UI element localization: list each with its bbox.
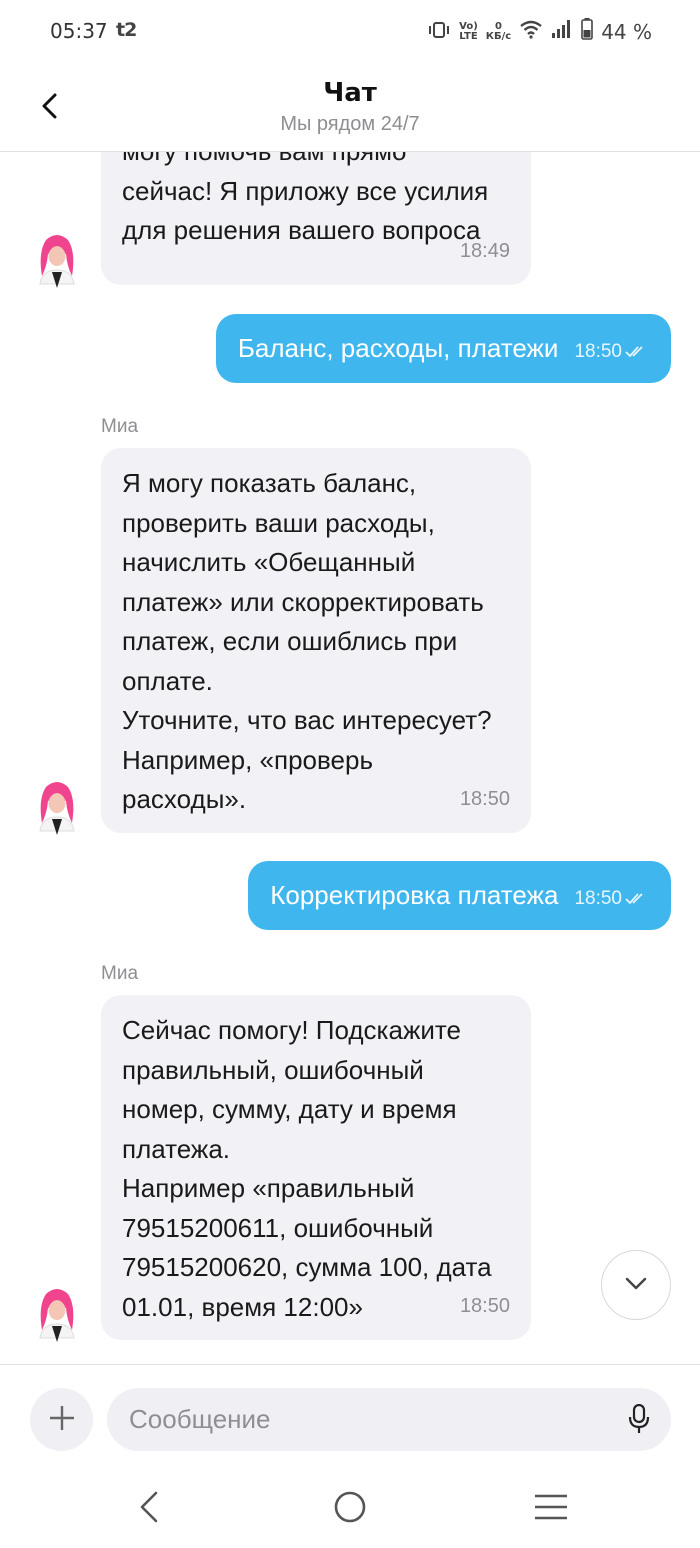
message-text: могу помочь вам прямо сейчас! Я приложу … <box>122 152 489 245</box>
message-time: 18:50 <box>459 787 510 810</box>
data-speed: 0 КБ/с <box>485 21 512 42</box>
message-input[interactable] <box>107 1388 671 1451</box>
battery-percent: 44 % <box>601 19 652 44</box>
nav-back-icon <box>138 1491 160 1527</box>
avatar <box>32 232 82 288</box>
message-time: 18:50 <box>574 340 622 362</box>
nav-menu-icon <box>534 1493 568 1525</box>
battery-icon <box>581 18 593 45</box>
page-subtitle: Мы рядом 24/7 <box>280 113 420 135</box>
status-bar: 05:37 t2 Vo) LTE 0 КБ/с 44 % <box>0 0 700 66</box>
vibrate-icon <box>427 20 451 44</box>
nav-home-icon <box>333 1490 367 1528</box>
message-text: Баланс, расходы, платежи <box>237 333 559 363</box>
message-text: Корректировка платежа <box>270 880 559 910</box>
add-attachment-button[interactable] <box>30 1388 93 1451</box>
plus-icon <box>49 1405 75 1435</box>
microphone-icon <box>628 1403 650 1438</box>
nav-home-button[interactable] <box>325 1484 375 1534</box>
system-nav-bar <box>0 1464 700 1548</box>
scroll-down-button[interactable] <box>601 1250 671 1320</box>
message-text: Сейчас помогу! Подскажите правильный, ош… <box>122 1015 492 1322</box>
chat-messages[interactable]: могу помочь вам прямо сейчас! Я приложу … <box>0 152 700 1364</box>
data-speed-unit: КБ/с <box>485 30 512 42</box>
message-time: 18:50 <box>459 1294 510 1317</box>
microphone-button[interactable] <box>624 1403 654 1438</box>
status-time: 05:37 <box>50 19 108 43</box>
page-title: Чат <box>323 78 377 108</box>
status-icons: Vo) LTE 0 КБ/с 44 % <box>427 18 652 45</box>
sender-name: Миа <box>101 416 139 437</box>
message-text: Я могу показать баланс, проверить ваши р… <box>122 468 492 814</box>
message-time: 18:49 <box>459 239 510 262</box>
carrier-logo: t2 <box>116 19 137 41</box>
double-check-icon <box>625 882 645 913</box>
bot-message: Я могу показать баланс, проверить ваши р… <box>101 448 531 833</box>
bot-message: Сейчас помогу! Подскажите правильный, ош… <box>101 995 531 1340</box>
double-check-icon <box>625 335 645 366</box>
bot-message: могу помочь вам прямо сейчас! Я приложу … <box>101 152 531 285</box>
volte-icon: Vo) LTE <box>459 20 478 42</box>
user-message: Баланс, расходы, платежи 18:50 <box>215 314 671 383</box>
chevron-down-icon <box>624 1276 648 1295</box>
nav-back-button[interactable] <box>124 1484 174 1534</box>
avatar <box>32 779 82 835</box>
message-composer <box>0 1364 700 1464</box>
wifi-icon <box>519 19 543 44</box>
nav-recents-button[interactable] <box>526 1484 576 1534</box>
avatar <box>32 1286 82 1342</box>
chat-header: Чат Мы рядом 24/7 <box>0 66 700 152</box>
message-time: 18:50 <box>574 887 622 909</box>
user-message: Корректировка платежа 18:50 <box>248 861 671 930</box>
sender-name: Миа <box>101 963 139 984</box>
signal-icon <box>551 19 573 44</box>
